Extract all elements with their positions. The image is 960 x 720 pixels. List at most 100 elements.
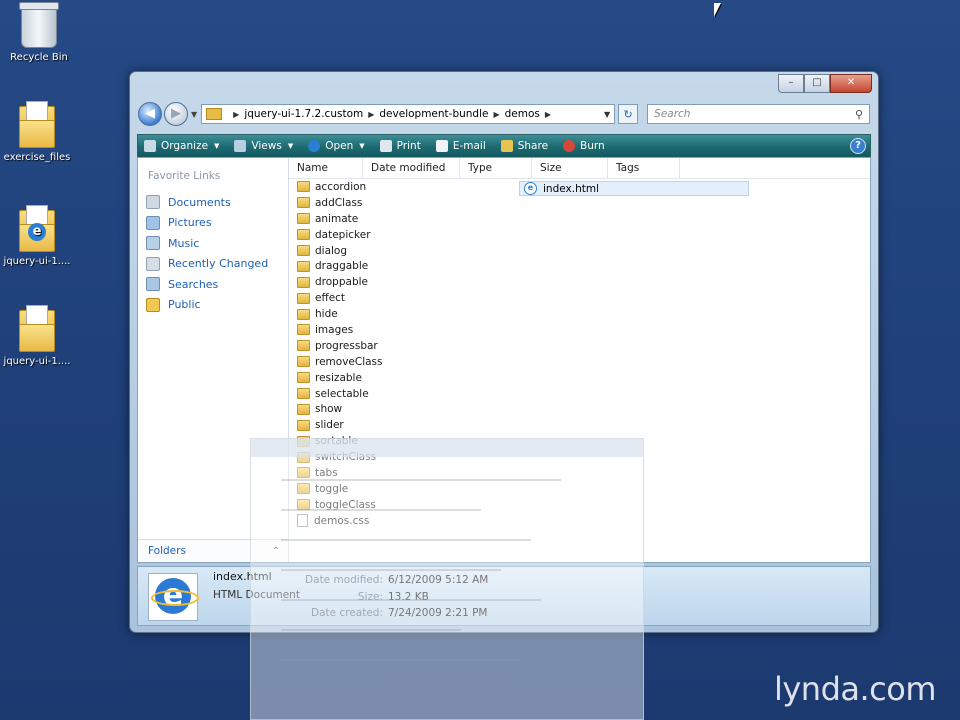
details-date-modified-label: Date modified: [305,574,383,586]
column-header-tags[interactable]: Tags [608,158,680,178]
list-item-label: sortable [315,435,358,448]
nav-link-label: Public [168,298,201,312]
desktop-icon-jquery-ui-2[interactable]: jquery-ui-1.... [2,305,72,367]
list-item[interactable]: toggleClass [289,497,870,513]
list-item[interactable]: draggable [289,258,870,274]
list-item-label: show [315,403,343,416]
share-button[interactable]: Share [500,140,548,152]
list-item-label: addClass [315,196,363,209]
list-item[interactable]: progressbar [289,338,870,354]
breadcrumb[interactable]: ▶ jquery-ui-1.7.2.custom ▶ development-b… [201,104,616,124]
folder-icon [297,340,310,352]
list-item[interactable]: show [289,401,870,417]
email-label: E-mail [452,140,486,152]
folder-icon [19,101,55,148]
search-icon[interactable]: ⚲ [855,108,863,121]
column-header-size[interactable]: Size [532,158,608,178]
list-item[interactable]: selectable [289,386,870,402]
close-button[interactable]: ✕ [830,74,872,93]
list-item[interactable]: toggle [289,481,870,497]
column-header-name[interactable]: Name [289,158,363,178]
nav-link-recently-changed[interactable]: Recently Changed [138,254,288,275]
list-item[interactable]: dialog [289,243,870,259]
list-item-label: slider [315,419,344,432]
nav-link-searches[interactable]: Searches [138,274,288,295]
desktop-icon-label: jquery-ui-1.... [3,256,71,267]
nav-link-label: Pictures [168,216,212,230]
nav-link-music[interactable]: Music [138,233,288,254]
list-item[interactable]: tabs [289,465,870,481]
column-header-type[interactable]: Type [460,158,532,178]
list-item[interactable]: demos.css [289,513,870,529]
minimize-button[interactable]: – [778,74,804,93]
selected-file-item[interactable]: e index.html [519,181,749,196]
list-item-label: animate [315,212,359,225]
mouse-cursor-icon [714,3,721,17]
folders-toggle[interactable]: Folders ⌃ [138,539,288,562]
lynda-watermark: lynda.com [773,670,937,708]
searches-icon [146,277,160,292]
nav-link-label: Recently Changed [168,257,269,271]
organize-label: Organize [161,140,209,152]
maximize-button[interactable]: □ [804,74,830,93]
desktop-icon-jquery-ui-1[interactable]: e jquery-ui-1.... [2,205,72,267]
search-placeholder: Search [654,108,691,120]
details-size: 13.2 KB [388,591,429,603]
breadcrumb-item[interactable]: development-bundle [379,108,488,120]
list-item[interactable]: hide [289,306,870,322]
organize-button[interactable]: Organize ▼ [144,140,219,152]
list-item-label: draggable [315,260,369,273]
chevron-right-icon[interactable]: ▶ [493,110,499,119]
css-file-icon [297,514,308,528]
column-header-date-modified[interactable]: Date modified [363,158,460,178]
chevron-right-icon[interactable]: ▶ [233,110,239,119]
list-item-label: images [315,323,354,336]
pictures-icon [146,215,160,230]
views-button[interactable]: Views ▼ [234,140,293,152]
desktop-icon-recycle-bin[interactable]: Recycle Bin [4,2,74,63]
nav-link-pictures[interactable]: Pictures [138,213,288,234]
back-button[interactable]: ◀ [138,102,162,126]
public-folder-icon [146,297,160,312]
print-button[interactable]: Print [379,140,421,152]
list-item[interactable]: images [289,322,870,338]
search-input[interactable]: Search ⚲ [647,104,870,124]
breadcrumb-item[interactable]: demos [505,108,540,120]
desktop-icon-label: Recycle Bin [10,52,68,63]
folder-icon [297,260,310,272]
nav-link-public[interactable]: Public [138,295,288,316]
chevron-right-icon[interactable]: ▶ [545,110,551,119]
ie-document-folder-icon: e [19,205,55,252]
list-item[interactable]: addClass [289,195,870,211]
list-item[interactable]: datepicker [289,227,870,243]
open-label: Open [325,140,354,152]
list-item-label: toggle [315,482,349,495]
open-button[interactable]: Open ▼ [308,140,365,152]
list-item[interactable]: droppable [289,274,870,290]
nav-link-documents[interactable]: Documents [138,192,288,213]
desktop-icon-exercise-files[interactable]: exercise_files [2,101,72,163]
list-item[interactable]: removeClass [289,354,870,370]
burn-button[interactable]: Burn [563,140,605,152]
list-item[interactable]: resizable [289,370,870,386]
list-item[interactable]: animate [289,211,870,227]
forward-button[interactable]: ▶ [164,102,188,126]
list-item[interactable]: sortable [289,433,870,449]
address-dropdown-icon[interactable]: ▼ [604,110,610,119]
email-button[interactable]: E-mail [435,140,486,152]
folder-icon [206,108,223,120]
refresh-button[interactable]: ↻ [618,104,639,124]
ie-document-icon: e [148,573,199,621]
list-item[interactable]: effect [289,290,870,306]
command-toolbar: Organize ▼ Views ▼ Open ▼ Print E-mail Shar… [137,134,871,158]
help-icon[interactable]: ? [850,138,866,154]
chevron-right-icon[interactable]: ▶ [368,110,374,119]
list-item[interactable]: slider [289,417,870,433]
caption-buttons: – □ ✕ [778,74,872,93]
list-item-label: dialog [315,244,348,257]
breadcrumb-item[interactable]: jquery-ui-1.7.2.custom [244,108,363,120]
recent-pages-dropdown[interactable]: ▼ [191,110,197,119]
list-item-label: removeClass [315,355,383,368]
list-item[interactable]: switchClass [289,449,870,465]
music-icon [146,236,160,251]
